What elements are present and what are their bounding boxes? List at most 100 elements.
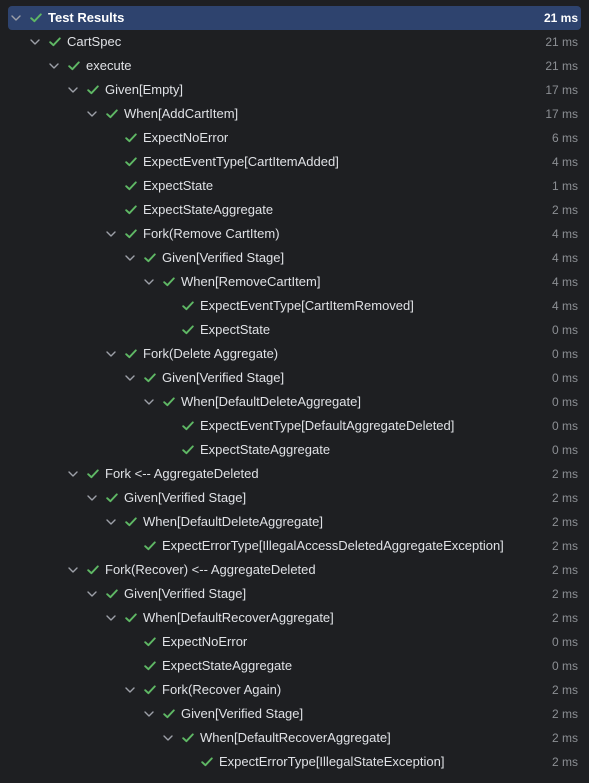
test-node-row[interactable]: Fork(Delete Aggregate) 0 ms bbox=[0, 342, 589, 366]
test-duration-label: 2 ms bbox=[551, 491, 578, 505]
test-node-row[interactable]: CartSpec 21 ms bbox=[0, 30, 589, 54]
check-passed-icon bbox=[86, 462, 100, 486]
test-node-row[interactable]: ExpectNoError 6 ms bbox=[0, 126, 589, 150]
test-node-row[interactable]: execute 21 ms bbox=[0, 54, 589, 78]
test-node-row[interactable]: ExpectNoError 0 ms bbox=[0, 630, 589, 654]
test-name-label: Fork(Remove CartItem) bbox=[143, 226, 280, 241]
test-node-row[interactable]: Given[Verified Stage] 2 ms bbox=[0, 486, 589, 510]
chevron-down-icon[interactable] bbox=[123, 246, 137, 270]
chevron-down-icon[interactable] bbox=[161, 726, 175, 750]
chevron-down-icon[interactable] bbox=[85, 582, 99, 606]
check-passed-icon bbox=[124, 510, 138, 534]
test-duration-label: 0 ms bbox=[551, 419, 578, 433]
test-node-row[interactable]: Fork(Recover) <-- AggregateDeleted 2 ms bbox=[0, 558, 589, 582]
test-name-label: When[DefaultRecoverAggregate] bbox=[143, 610, 334, 625]
test-node-row[interactable]: ExpectState 1 ms bbox=[0, 174, 589, 198]
test-name-label: Given[Verified Stage] bbox=[181, 706, 304, 721]
chevron-down-icon[interactable] bbox=[28, 30, 42, 54]
chevron-down-icon[interactable] bbox=[104, 510, 118, 534]
test-name-label: ExpectStateAggregate bbox=[162, 658, 293, 673]
check-passed-icon bbox=[86, 558, 100, 582]
test-node-row[interactable]: Given[Empty] 17 ms bbox=[0, 78, 589, 102]
test-name-label: ExpectNoError bbox=[162, 634, 248, 649]
test-duration-label: 21 ms bbox=[543, 11, 578, 25]
check-passed-icon bbox=[124, 342, 138, 366]
test-node-row[interactable]: When[AddCartItem] 17 ms bbox=[0, 102, 589, 126]
check-passed-icon bbox=[181, 414, 195, 438]
test-name-label: ExpectEventType[DefaultAggregateDeleted] bbox=[200, 418, 455, 433]
check-passed-icon bbox=[181, 294, 195, 318]
chevron-down-icon[interactable] bbox=[123, 366, 137, 390]
test-name-label: Fork(Recover Again) bbox=[162, 682, 282, 697]
test-name-label: ExpectNoError bbox=[143, 130, 229, 145]
check-passed-icon bbox=[143, 654, 157, 678]
check-passed-icon bbox=[181, 318, 195, 342]
test-node-row[interactable]: ExpectStateAggregate 0 ms bbox=[0, 654, 589, 678]
check-passed-icon bbox=[67, 54, 81, 78]
test-duration-label: 0 ms bbox=[551, 635, 578, 649]
test-duration-label: 0 ms bbox=[551, 395, 578, 409]
test-duration-label: 4 ms bbox=[551, 251, 578, 265]
test-name-label: When[AddCartItem] bbox=[124, 106, 239, 121]
chevron-down-icon[interactable] bbox=[142, 702, 156, 726]
test-name-label: When[DefaultDeleteAggregate] bbox=[143, 514, 323, 529]
check-passed-icon bbox=[29, 6, 43, 30]
chevron-down-icon[interactable] bbox=[104, 222, 118, 246]
test-name-label: ExpectEventType[CartItemRemoved] bbox=[200, 298, 414, 313]
test-node-row[interactable]: When[RemoveCartItem] 4 ms bbox=[0, 270, 589, 294]
test-node-row[interactable]: Given[Verified Stage] 4 ms bbox=[0, 246, 589, 270]
test-node-row[interactable]: Fork(Remove CartItem) 4 ms bbox=[0, 222, 589, 246]
test-name-label: ExpectEventType[CartItemAdded] bbox=[143, 154, 339, 169]
check-passed-icon bbox=[181, 438, 195, 462]
test-duration-label: 4 ms bbox=[551, 227, 578, 241]
test-name-label: execute bbox=[86, 58, 132, 73]
test-name-label: ExpectErrorType[IllegalAccessDeletedAggr… bbox=[162, 538, 504, 553]
test-node-row[interactable]: ExpectErrorType[IllegalAccessDeletedAggr… bbox=[0, 534, 589, 558]
test-node-row[interactable]: Given[Verified Stage] 0 ms bbox=[0, 366, 589, 390]
test-duration-label: 6 ms bbox=[551, 131, 578, 145]
chevron-down-icon[interactable] bbox=[104, 342, 118, 366]
test-node-row[interactable]: When[DefaultRecoverAggregate] 2 ms bbox=[0, 726, 589, 750]
test-node-row[interactable]: ExpectEventType[DefaultAggregateDeleted]… bbox=[0, 414, 589, 438]
test-duration-label: 2 ms bbox=[551, 755, 578, 769]
check-passed-icon bbox=[143, 534, 157, 558]
test-node-row[interactable]: ExpectEventType[CartItemAdded] 4 ms bbox=[0, 150, 589, 174]
chevron-down-icon[interactable] bbox=[66, 558, 80, 582]
test-node-row[interactable]: ExpectStateAggregate 0 ms bbox=[0, 438, 589, 462]
chevron-down-icon[interactable] bbox=[66, 78, 80, 102]
check-passed-icon bbox=[162, 702, 176, 726]
check-passed-icon bbox=[124, 150, 138, 174]
chevron-down-icon[interactable] bbox=[142, 390, 156, 414]
test-node-row[interactable]: When[DefaultDeleteAggregate] 2 ms bbox=[0, 510, 589, 534]
test-node-row[interactable]: Fork <-- AggregateDeleted 2 ms bbox=[0, 462, 589, 486]
test-node-row[interactable]: When[DefaultDeleteAggregate] 0 ms bbox=[0, 390, 589, 414]
test-name-label: ExpectStateAggregate bbox=[143, 202, 274, 217]
check-passed-icon bbox=[162, 270, 176, 294]
test-duration-label: 2 ms bbox=[551, 707, 578, 721]
test-name-label: ExpectErrorType[IllegalStateException] bbox=[219, 754, 445, 769]
check-passed-icon bbox=[143, 366, 157, 390]
chevron-down-icon[interactable] bbox=[85, 486, 99, 510]
test-name-label: Given[Verified Stage] bbox=[124, 490, 247, 505]
test-name-label: Given[Verified Stage] bbox=[124, 586, 247, 601]
test-results-root-row[interactable]: Test Results 21 ms bbox=[8, 6, 581, 30]
test-node-row[interactable]: ExpectErrorType[IllegalStateException] 2 … bbox=[0, 750, 589, 774]
chevron-down-icon[interactable] bbox=[85, 102, 99, 126]
test-name-label: Given[Empty] bbox=[105, 82, 184, 97]
chevron-down-icon[interactable] bbox=[123, 678, 137, 702]
test-node-row[interactable]: Given[Verified Stage] 2 ms bbox=[0, 582, 589, 606]
test-name-label: CartSpec bbox=[67, 34, 122, 49]
chevron-down-icon[interactable] bbox=[104, 606, 118, 630]
chevron-down-icon[interactable] bbox=[47, 54, 61, 78]
chevron-down-icon[interactable] bbox=[9, 6, 23, 30]
test-node-row[interactable]: ExpectEventType[CartItemRemoved] 4 ms bbox=[0, 294, 589, 318]
chevron-down-icon[interactable] bbox=[142, 270, 156, 294]
test-node-row[interactable]: Fork(Recover Again) 2 ms bbox=[0, 678, 589, 702]
chevron-down-icon[interactable] bbox=[66, 462, 80, 486]
test-node-row[interactable]: ExpectStateAggregate 2 ms bbox=[0, 198, 589, 222]
check-passed-icon bbox=[143, 630, 157, 654]
check-passed-icon bbox=[124, 126, 138, 150]
test-node-row[interactable]: ExpectState 0 ms bbox=[0, 318, 589, 342]
test-node-row[interactable]: When[DefaultRecoverAggregate] 2 ms bbox=[0, 606, 589, 630]
test-node-row[interactable]: Given[Verified Stage] 2 ms bbox=[0, 702, 589, 726]
